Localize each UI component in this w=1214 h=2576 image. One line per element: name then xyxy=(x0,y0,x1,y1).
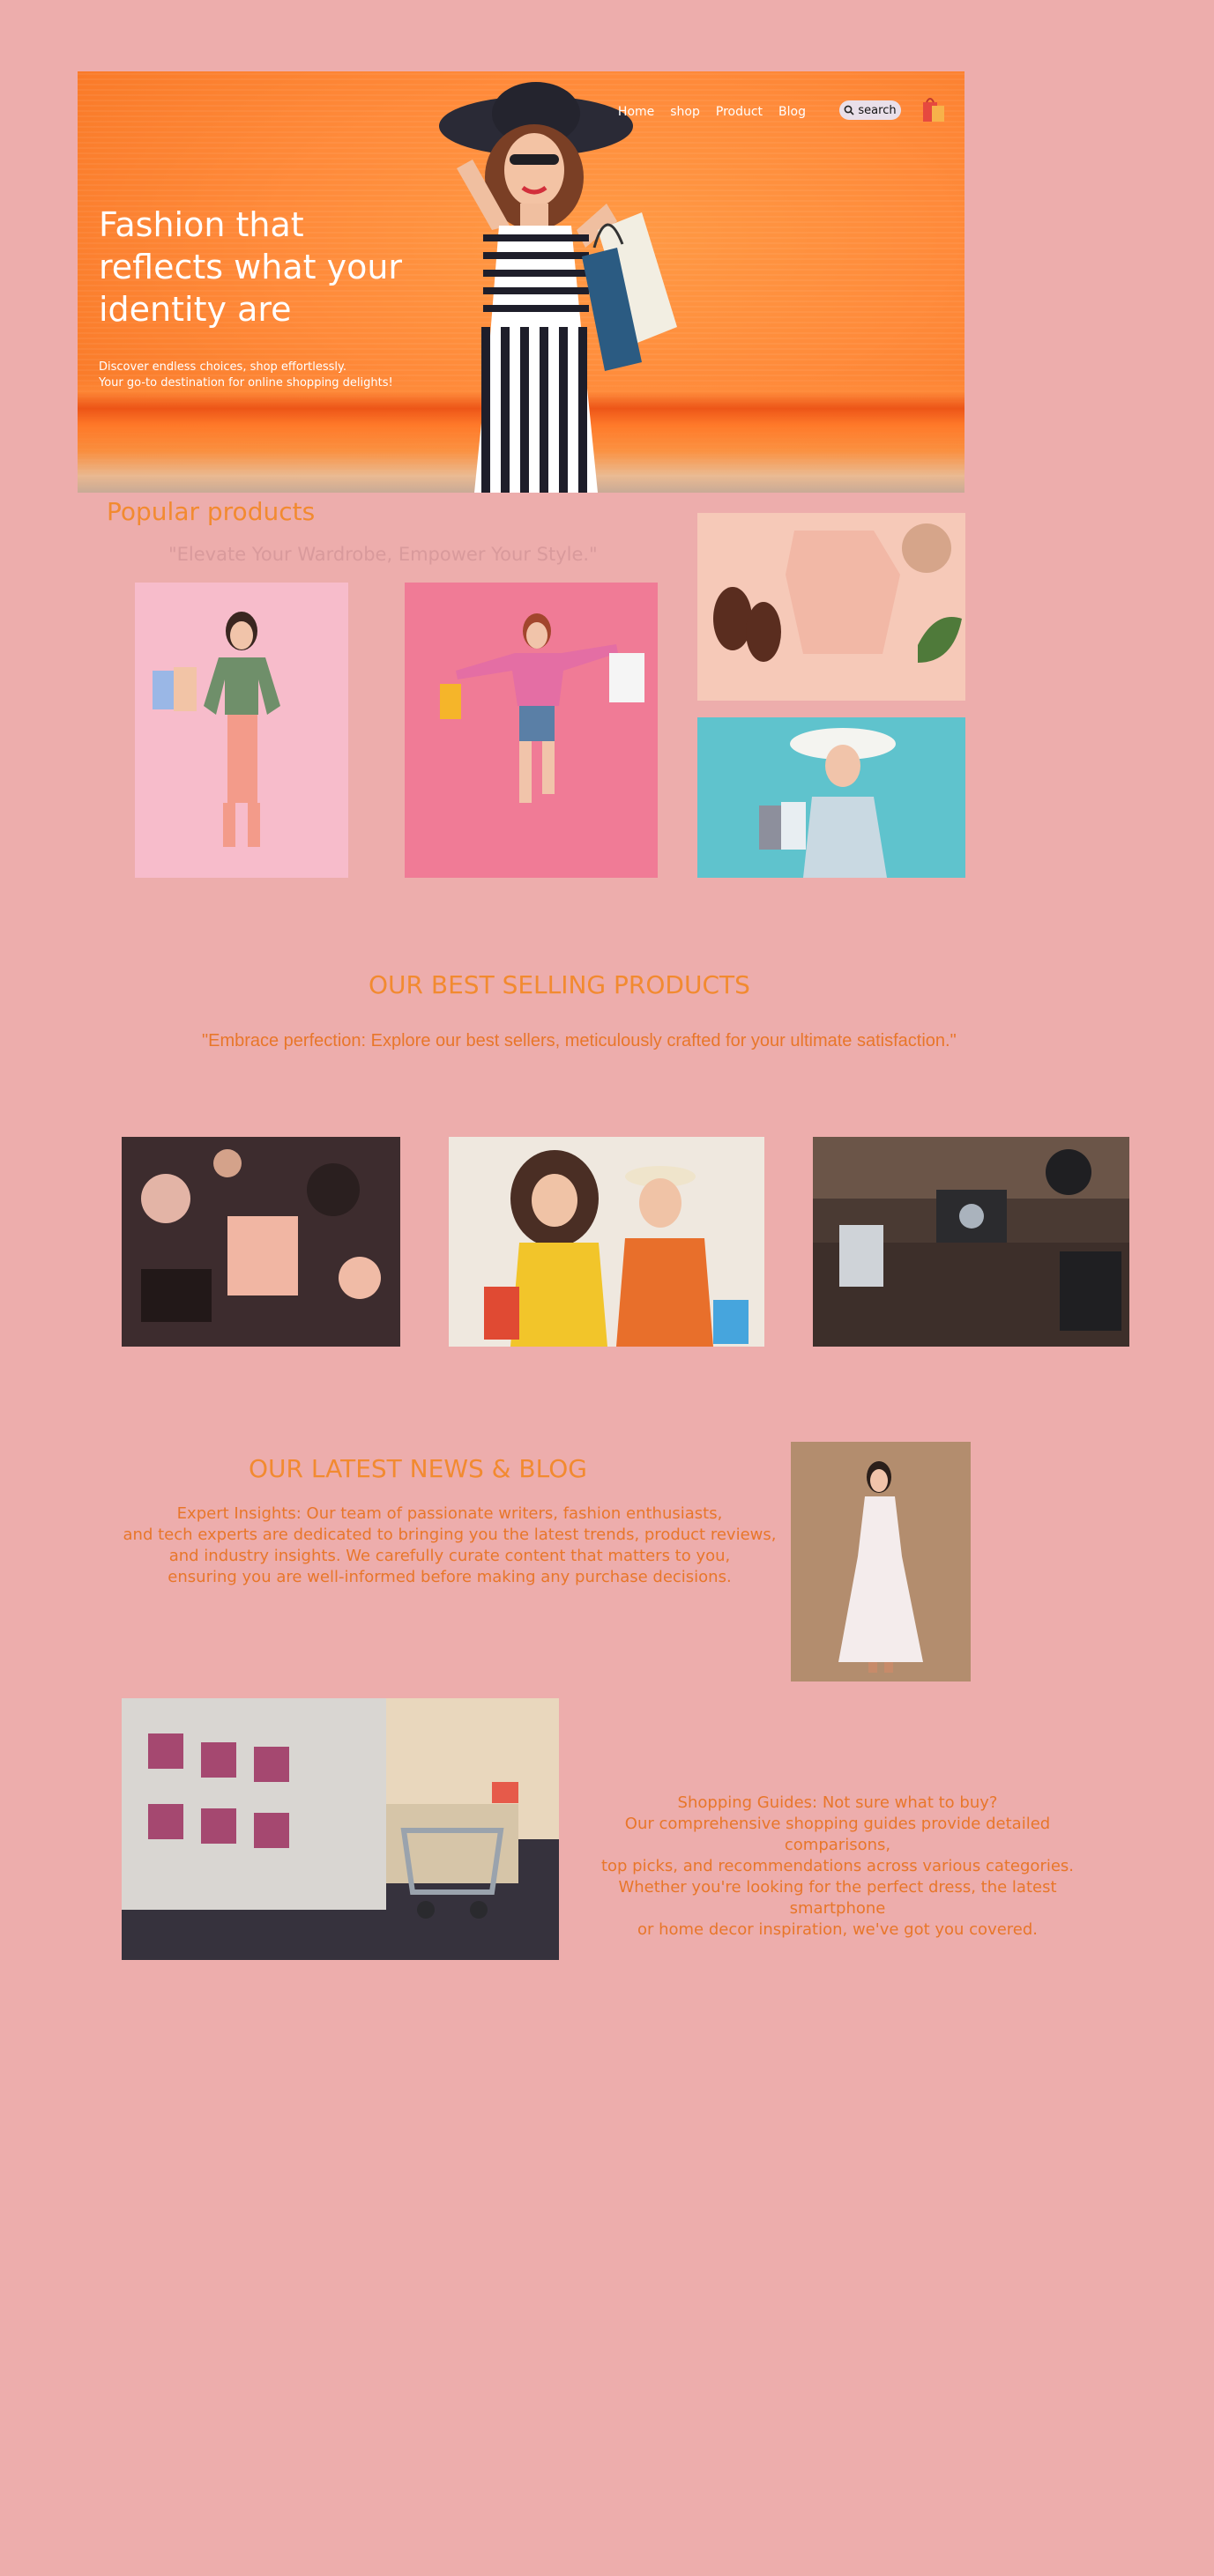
blog-image-laptop-cart[interactable] xyxy=(122,1698,559,1960)
news-line: and industry insights. We carefully cura… xyxy=(168,1547,731,1565)
hero-subtitle-line2: Your go-to destination for online shoppi… xyxy=(99,376,393,390)
news-blog-heading: OUR LATEST NEWS & BLOG xyxy=(249,1454,587,1483)
hero-subtitle-line1: Discover endless choices, shop effortles… xyxy=(99,360,347,374)
product-image-flatlay[interactable] xyxy=(697,513,965,701)
popular-products-tagline: "Elevate Your Wardrobe, Empower Your Sty… xyxy=(168,544,598,565)
nav-shop[interactable]: shop xyxy=(670,105,700,119)
product-image-girl-green-jacket[interactable] xyxy=(135,583,348,878)
shopping-bag-icon[interactable] xyxy=(920,93,948,125)
shopping-guides-body: Shopping Guides: Not sure what to buy? O… xyxy=(573,1793,1102,1941)
search-label: search xyxy=(858,103,897,117)
search-button[interactable]: search xyxy=(839,100,901,120)
nav-product[interactable]: Product xyxy=(716,105,763,119)
hero-model-image xyxy=(439,82,677,493)
product-image-friends-shopping[interactable] xyxy=(449,1137,764,1347)
product-image-girl-jumping[interactable] xyxy=(405,583,658,878)
product-image-makeup[interactable] xyxy=(122,1137,400,1347)
guide-line: Whether you're looking for the perfect d… xyxy=(618,1878,1057,1918)
product-image-hat-girl[interactable] xyxy=(697,717,965,878)
best-selling-tagline: "Embrace perfection: Explore our best se… xyxy=(202,1031,957,1050)
guide-line: top picks, and recommendations across va… xyxy=(600,1857,1075,1875)
news-blog-body: Expert Insights: Our team of passionate … xyxy=(115,1503,785,1588)
main-nav: Home shop Product Blog xyxy=(618,105,806,119)
news-line: ensuring you are well-informed before ma… xyxy=(168,1568,732,1586)
hero-subtitle: Discover endless choices, shop effortles… xyxy=(99,360,393,391)
popular-products-heading: Popular products xyxy=(107,497,316,526)
news-line: and tech experts are dedicated to bringi… xyxy=(123,1526,777,1544)
hero-banner: Home shop Product Blog search Fashion th… xyxy=(78,71,964,493)
guide-line: Our comprehensive shopping guides provid… xyxy=(624,1815,1051,1854)
blog-image-white-dress[interactable] xyxy=(791,1442,971,1681)
news-line: Expert Insights: Our team of passionate … xyxy=(176,1504,723,1523)
best-selling-heading: OUR BEST SELLING PRODUCTS xyxy=(369,970,750,999)
nav-home[interactable]: Home xyxy=(618,105,654,119)
product-image-desk-setup[interactable] xyxy=(813,1137,1129,1347)
search-icon xyxy=(845,105,854,115)
nav-blog[interactable]: Blog xyxy=(778,105,806,119)
hero-title: Fashion that reflects what your identity… xyxy=(99,205,403,329)
guide-line: or home decor inspiration, we've got you… xyxy=(637,1920,1039,1939)
guide-line: Shopping Guides: Not sure what to buy? xyxy=(677,1793,998,1812)
